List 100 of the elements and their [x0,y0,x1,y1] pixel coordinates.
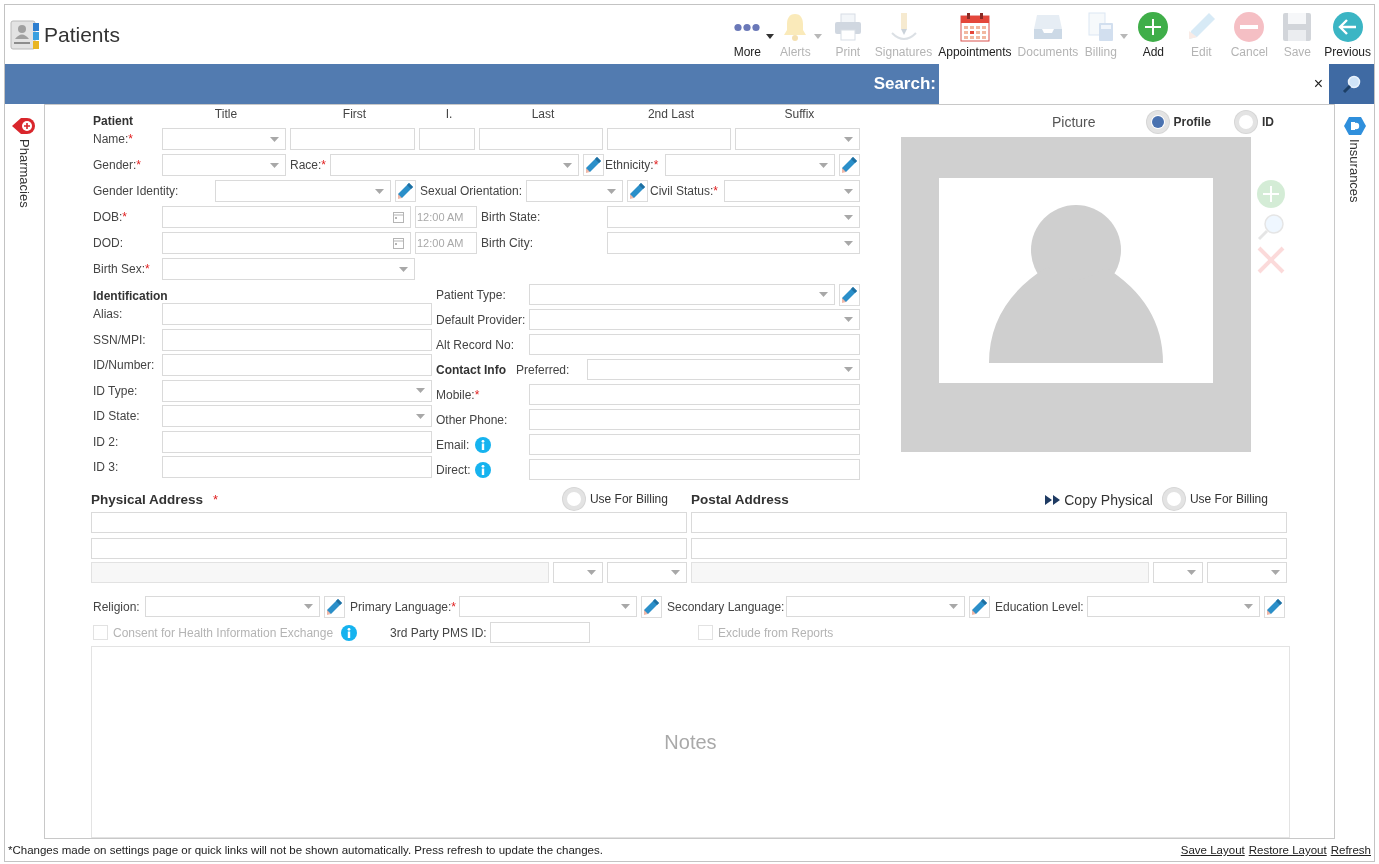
calendar-icon [392,211,404,223]
field-label: Other Phone: [435,412,508,427]
edit-button[interactable] [394,180,416,202]
field-label: Name:* [92,132,133,146]
section-heading: Identification [92,289,168,303]
radio-button[interactable] [1162,488,1185,510]
side-tab[interactable]: Pharmacies [5,104,44,839]
footer-link[interactable]: Restore Layout [1248,844,1327,856]
pencil-icon [1265,597,1284,616]
radio-button[interactable] [562,488,585,510]
toolbar-button[interactable]: Previous [1321,11,1374,59]
text-field[interactable] [161,430,432,453]
edit-button[interactable] [582,154,604,176]
field-label: Direct: [435,462,471,477]
footer-link[interactable]: Refresh [1330,844,1371,856]
field-label: ID Type: [92,383,138,398]
dropdown[interactable] [1152,562,1203,583]
text-field[interactable] [418,128,475,150]
field-label: Race:* [289,158,326,172]
caret-icon [415,388,425,393]
text-field[interactable] [289,128,415,150]
date-field[interactable] [161,206,411,228]
text-field[interactable] [528,409,860,430]
pencil-icon [325,597,344,616]
text-field[interactable] [690,512,1287,533]
dropdown[interactable] [1206,562,1287,583]
calendar-icon [958,11,991,43]
text-field[interactable] [690,538,1287,559]
dropdown[interactable] [606,232,860,254]
clear-button[interactable]: × [1307,75,1329,93]
text-field[interactable] [90,538,687,559]
column-label: Suffix [784,107,815,121]
dropdown[interactable] [586,359,860,380]
caret-icon [269,136,279,142]
text-field[interactable] [161,456,432,478]
section-heading: Patient [92,113,133,128]
radio-button[interactable] [1234,111,1257,133]
caret-icon [843,136,853,142]
search-field[interactable]: × [939,64,1329,104]
text-field[interactable] [161,354,432,376]
edit-button[interactable] [968,595,990,618]
text-field[interactable] [528,459,860,480]
info-icon[interactable] [474,461,491,478]
caret-icon [818,162,828,168]
info-icon[interactable] [474,436,491,453]
text-field[interactable] [161,303,432,325]
dropdown[interactable] [161,379,432,402]
edit-button[interactable] [838,283,860,306]
date-field[interactable] [161,232,411,254]
text-field[interactable] [528,384,860,405]
field-label: Ethnicity:* [604,158,659,172]
caret-icon [1186,570,1196,575]
footer-note: *Changes made on settings page or quick links will not be shown automatically. Press refresh to update the changes. [8,844,603,856]
toolbar-button[interactable]: Add [1129,11,1178,59]
dropdown[interactable] [161,154,286,176]
cancel-icon [1233,11,1266,43]
field-label: Alias: [92,307,123,321]
dropdown[interactable] [161,258,415,280]
toolbar-button[interactable]: Appointments [935,11,1015,59]
edit-button[interactable] [323,595,345,618]
footer-link[interactable]: Save Layout [1180,844,1245,856]
field-label: Birth Sex:* [92,262,150,276]
pencil-icon [970,597,989,616]
dropdown[interactable] [606,562,687,583]
toolbar-button[interactable]: More [727,11,776,59]
dropdown[interactable] [161,405,432,427]
caret-icon [303,604,313,609]
caret-icon [1243,604,1253,609]
text-field[interactable] [161,328,432,351]
text-field[interactable] [528,334,860,355]
text-field[interactable] [478,128,603,150]
text-field[interactable] [528,434,860,455]
time-field[interactable]: 12:00 AM [414,206,477,228]
notes-field[interactable]: Notes [90,646,1290,838]
text-field[interactable] [489,622,590,643]
dropdown[interactable] [161,128,286,150]
calendar-icon [392,237,404,249]
radio-button[interactable] [1146,111,1169,133]
delete-icon [1256,246,1285,274]
field-label: 3rd Party PMS ID: [389,625,487,640]
edit-button[interactable] [640,595,662,618]
side-tab[interactable]: Insurances [1335,104,1374,839]
picture-label: Picture [1051,114,1096,130]
edit-button[interactable] [626,180,648,202]
edit-button[interactable] [838,154,860,176]
caret-icon [374,188,384,194]
checkbox-label: Exclude from Reports [717,625,834,640]
search-button[interactable] [1329,64,1374,104]
text-field[interactable] [90,512,687,533]
caret-icon [948,604,958,609]
field-label: Religion: [92,599,140,614]
copy-physical-button[interactable]: Copy Physical [1045,492,1153,508]
section-heading: Physical Address [90,492,204,507]
text-field[interactable] [606,128,731,150]
page-title: Patients [44,22,120,47]
edit-button[interactable] [1263,595,1285,618]
dropdown[interactable] [552,562,603,583]
time-field[interactable]: 12:00 AM [414,232,477,254]
caret-icon [843,188,853,194]
info-icon[interactable] [340,624,357,641]
